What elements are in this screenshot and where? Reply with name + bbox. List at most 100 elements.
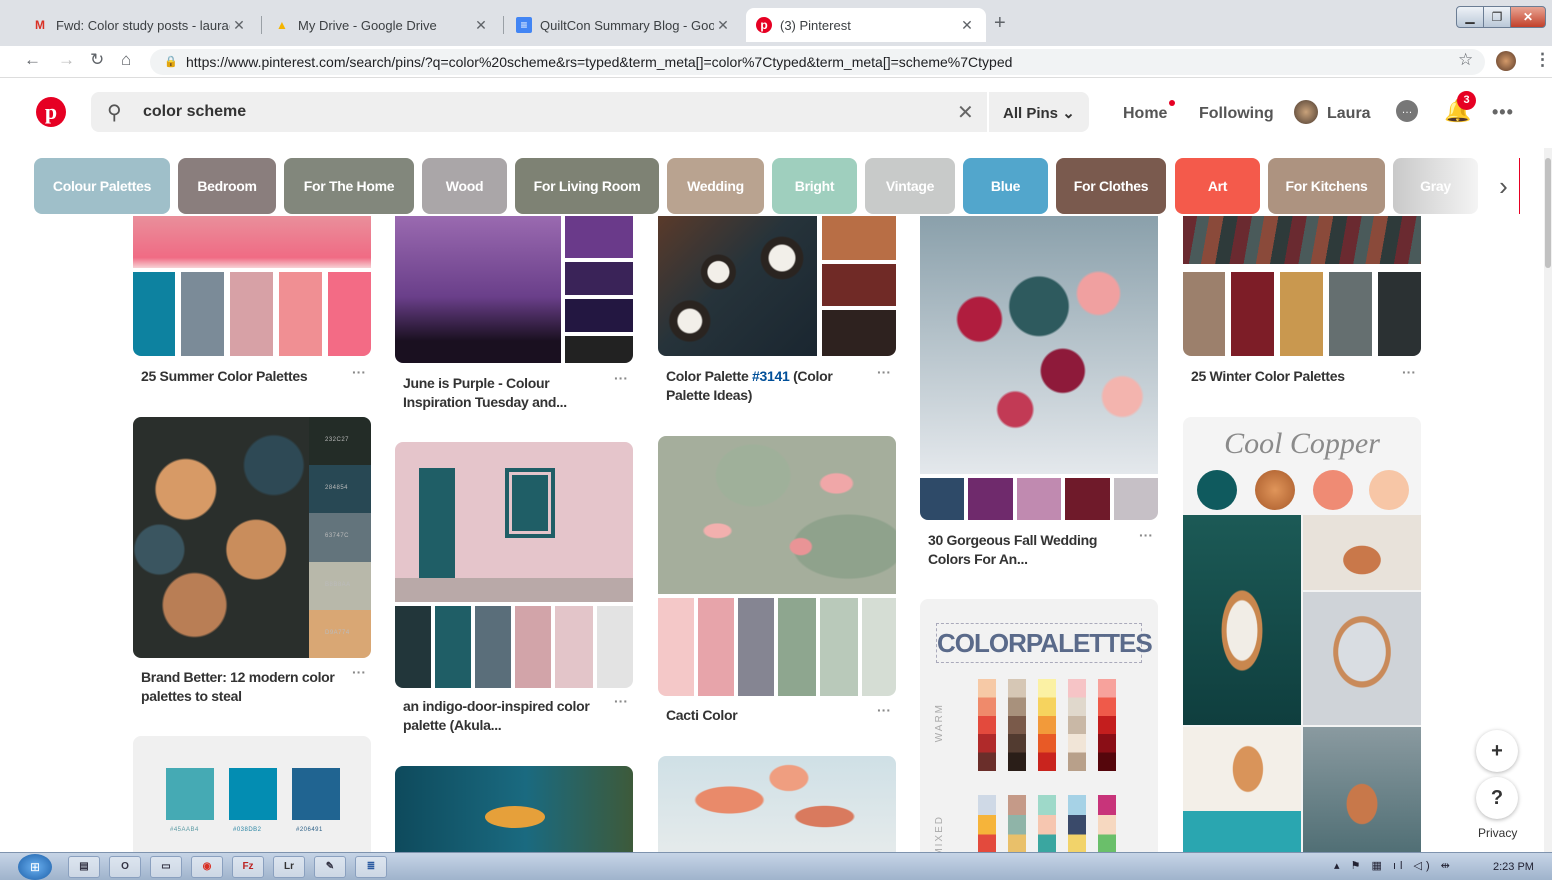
pin-winter-palettes[interactable] (1183, 216, 1421, 356)
swatch (822, 310, 896, 356)
menu-kebab-icon[interactable]: ⋮ (1534, 50, 1551, 70)
pin-cool-copper[interactable]: Cool Copper (1183, 417, 1421, 867)
guide-blue[interactable]: Blue (963, 158, 1048, 214)
pin-title[interactable]: an indigo-door-inspired color palette (A… (403, 697, 603, 735)
pin-june-purple[interactable] (395, 216, 633, 363)
close-icon[interactable]: ✕ (230, 17, 248, 34)
scrollbar-thumb[interactable] (1545, 158, 1551, 268)
guide-for-living-room[interactable]: For Living Room (515, 158, 659, 214)
pin-more-icon[interactable]: ··· (352, 364, 366, 380)
search-input[interactable]: color scheme (143, 103, 246, 121)
url-bar[interactable]: 🔒 https://www.pinterest.com/search/pins/… (150, 49, 1485, 75)
clear-search-icon[interactable]: ✕ (957, 100, 974, 125)
copper-vases-photo (1303, 515, 1421, 590)
more-options-icon[interactable]: ••• (1492, 102, 1514, 123)
pin-brand-better[interactable]: 232C27 284854 63747C B8B8AA D9A774 (133, 417, 371, 658)
pin-title[interactable]: Color Palette #3141 (Color Palette Ideas… (666, 367, 866, 405)
pin-title[interactable]: 30 Gorgeous Fall Wedding Colors For An..… (928, 531, 1128, 569)
pin-teal-palette[interactable]: #45AAB4 #038DB2 #206491 (133, 736, 371, 866)
pin-title[interactable]: Cacti Color (666, 706, 866, 725)
forward-icon[interactable]: → (58, 50, 75, 70)
tab-gmail[interactable]: M Fwd: Color study posts - laura@h ✕ (22, 8, 258, 42)
profile-avatar-icon[interactable] (1496, 51, 1516, 71)
bookmark-star-icon[interactable]: ☆ (1458, 50, 1473, 70)
pin-title[interactable]: Brand Better: 12 modern color palettes t… (141, 668, 341, 706)
chevron-right-icon[interactable]: › (1488, 158, 1520, 214)
pin-teal-interior[interactable] (395, 766, 633, 866)
guide-wood[interactable]: Wood (422, 158, 507, 214)
hashtag-link[interactable]: #3141 (752, 368, 790, 384)
guide-bedroom[interactable]: Bedroom (178, 158, 276, 214)
document-icon[interactable]: ≣ (355, 856, 387, 878)
pin-image: #45AAB4 #038DB2 #206491 (133, 736, 371, 866)
maximize-icon[interactable]: ❐ (1483, 6, 1511, 28)
nav-home[interactable]: Home (1123, 105, 1167, 123)
privacy-link[interactable]: Privacy (1478, 826, 1517, 840)
pin-cacti-color[interactable] (658, 436, 896, 696)
guide-colour-palettes[interactable]: Colour Palettes (34, 158, 170, 214)
pin-more-icon[interactable]: ··· (352, 664, 366, 680)
nav-following[interactable]: Following (1199, 105, 1274, 123)
tab-pinterest[interactable]: p (3) Pinterest ✕ (746, 8, 986, 42)
swatch (395, 606, 431, 688)
pin-title[interactable]: 25 Summer Color Palettes (141, 367, 341, 386)
steps (395, 578, 633, 602)
close-icon[interactable]: ✕ (958, 17, 976, 34)
search-bar[interactable]: ⚲ color scheme ✕ All Pins ⌄ (91, 92, 1089, 132)
messages-icon[interactable]: … (1396, 100, 1418, 122)
back-icon[interactable]: ← (24, 50, 41, 70)
filter-dropdown[interactable]: All Pins ⌄ (1003, 104, 1075, 122)
new-tab-icon[interactable]: + (994, 12, 1006, 35)
guide-gray[interactable]: Gray (1393, 158, 1478, 214)
pin-blossom[interactable] (658, 756, 896, 866)
pinterest-logo-icon[interactable]: p (36, 97, 66, 127)
close-window-icon[interactable]: ✕ (1510, 6, 1546, 28)
pin-more-icon[interactable]: ··· (1139, 527, 1153, 543)
swatch-code: 284854 (325, 485, 349, 491)
chrome-icon[interactable]: ◉ (191, 856, 223, 878)
pin-summer-palettes[interactable] (133, 216, 371, 356)
pin-colorpalettes-chart[interactable]: COLORPALETTES WARM MIXED (920, 599, 1158, 869)
outlook-icon[interactable]: O (109, 856, 141, 878)
fabric-photo (1183, 216, 1421, 264)
guide-vintage[interactable]: Vintage (865, 158, 955, 214)
lightroom-icon[interactable]: Lr (273, 856, 305, 878)
close-icon[interactable]: ✕ (714, 17, 732, 34)
guide-for-kitchens[interactable]: For Kitchens (1268, 158, 1385, 214)
filezilla-icon[interactable]: Fz (232, 856, 264, 878)
folder-icon[interactable]: ▭ (150, 856, 182, 878)
pin-color-palette-3141[interactable] (658, 216, 896, 356)
paint-icon[interactable]: ✎ (314, 856, 346, 878)
help-button[interactable]: ? (1476, 777, 1518, 819)
guide-for-the-home[interactable]: For The Home (284, 158, 414, 214)
guide-bright[interactable]: Bright (772, 158, 857, 214)
windows-start-icon[interactable]: ⊞ (18, 854, 52, 880)
reload-icon[interactable]: ↻ (90, 50, 104, 70)
pin-more-icon[interactable]: ··· (614, 693, 628, 709)
pin-fall-wedding[interactable] (920, 216, 1158, 520)
add-pin-button[interactable]: + (1476, 730, 1518, 772)
pin-more-icon[interactable]: ··· (877, 702, 891, 718)
minimize-icon[interactable]: ▁ (1456, 6, 1484, 28)
plus-icon: + (1491, 739, 1503, 762)
guide-wedding[interactable]: Wedding (667, 158, 764, 214)
guide-for-clothes[interactable]: For Clothes (1056, 158, 1166, 214)
system-tray[interactable]: ▴ ⚑ ▦ ıl ◁) ⇹ (1334, 859, 1454, 872)
nav-profile[interactable]: Laura (1327, 105, 1371, 123)
guide-art[interactable]: Art (1175, 158, 1260, 214)
pin-more-icon[interactable]: ··· (1402, 364, 1416, 380)
swatch (1329, 272, 1372, 356)
user-avatar-icon[interactable] (1294, 100, 1318, 124)
pin-title[interactable]: June is Purple - Colour Inspiration Tues… (403, 374, 603, 412)
page-scrollbar[interactable] (1544, 148, 1552, 852)
pin-more-icon[interactable]: ··· (614, 370, 628, 386)
tab-google-docs[interactable]: ≡ QuiltCon Summary Blog - Googl ✕ (506, 8, 742, 42)
tab-google-drive[interactable]: ▲ My Drive - Google Drive ✕ (264, 8, 500, 42)
close-icon[interactable]: ✕ (472, 17, 490, 34)
file-explorer-icon[interactable]: ▤ (68, 856, 100, 878)
home-icon[interactable]: ⌂ (121, 50, 131, 70)
pin-title[interactable]: 25 Winter Color Palettes (1191, 367, 1391, 386)
pin-indigo-door[interactable] (395, 442, 633, 688)
pin-more-icon[interactable]: ··· (877, 364, 891, 380)
swatch (1231, 272, 1274, 356)
